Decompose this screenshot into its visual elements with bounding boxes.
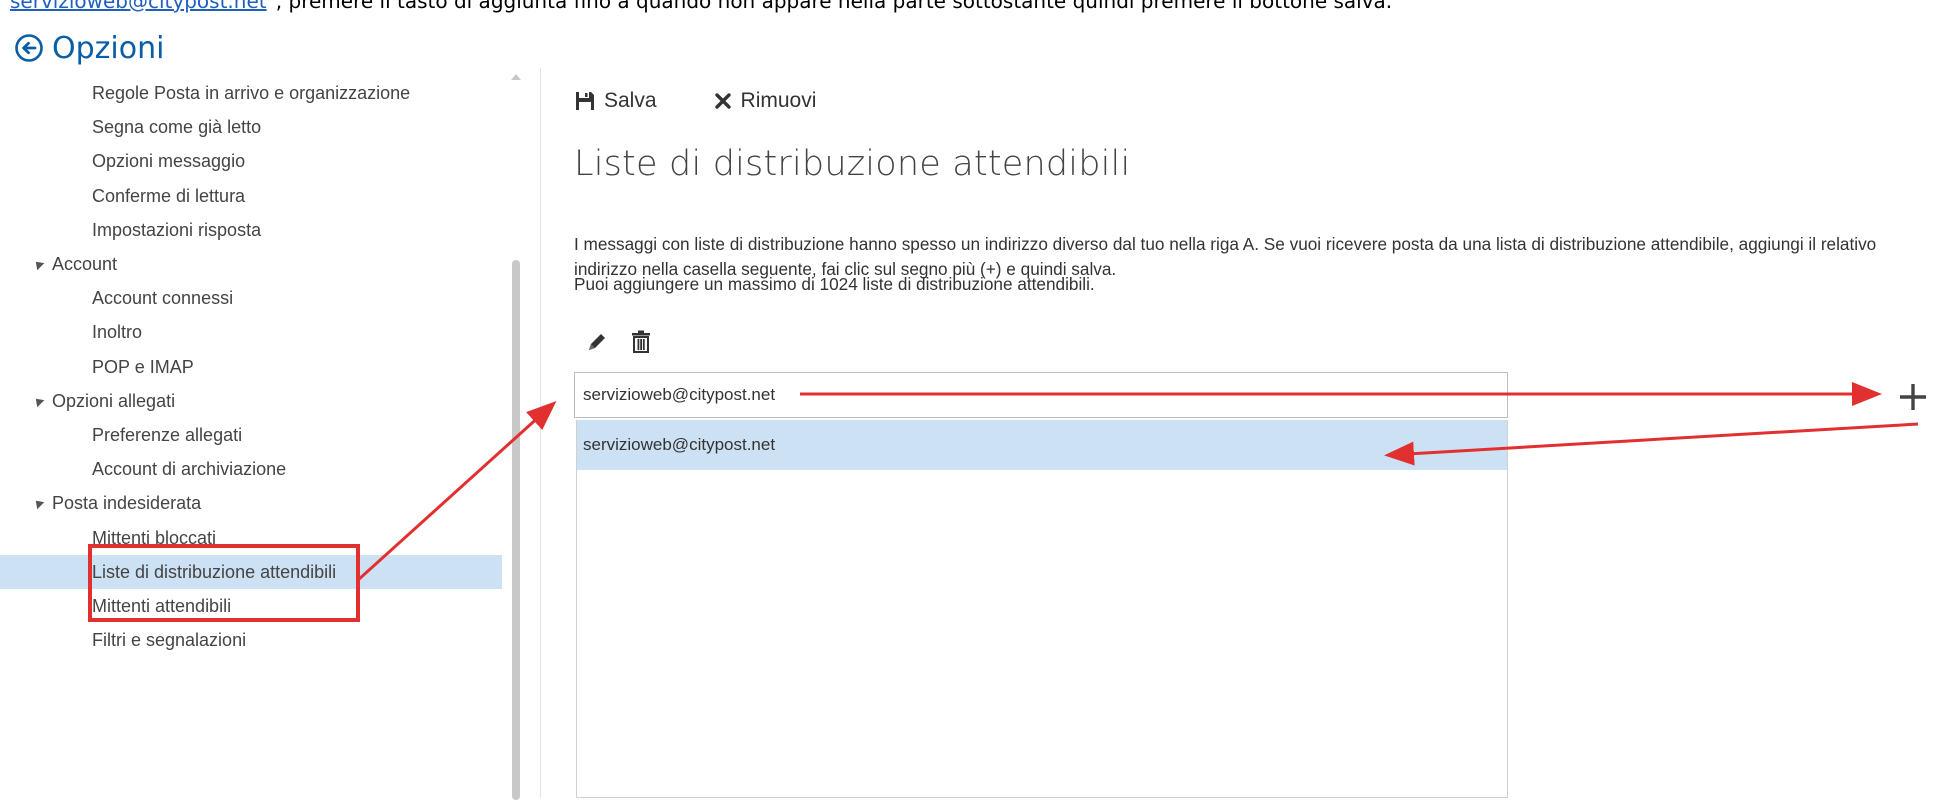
sidebar-item-label: Mittenti attendibili — [92, 596, 232, 616]
sidebar-item[interactable]: Filtri e segnalazioni — [0, 623, 502, 657]
instruction-caption: servizioweb@citypost.net", premere il ta… — [0, 0, 1937, 22]
remove-button-label: Rimuovi — [740, 89, 817, 112]
caption-email-link[interactable]: servizioweb@citypost.net — [10, 0, 267, 13]
sidebar-group[interactable]: Posta indesiderata — [0, 486, 502, 520]
sidebar-item-label: Segna come già letto — [92, 117, 262, 138]
sidebar-scrollbar[interactable] — [503, 68, 529, 800]
save-button[interactable]: Salva — [574, 89, 657, 113]
sidebar-item[interactable]: Mittenti attendibili — [0, 589, 502, 623]
limit-note: Puoi aggiungere un massimo di 1024 liste… — [574, 274, 1095, 294]
sidebar-item-label: Opzioni messaggio — [92, 151, 246, 172]
save-floppy-icon — [576, 92, 594, 110]
sidebar-group[interactable]: Opzioni allegati — [0, 384, 502, 418]
remove-button[interactable]: Rimuovi — [713, 89, 817, 113]
sidebar-item[interactable]: Opzioni messaggio — [0, 144, 502, 178]
sidebar-item-label: Account di archiviazione — [92, 459, 287, 480]
sidebar-item[interactable]: Account di archiviazione — [0, 452, 502, 486]
expand-triangle-icon — [32, 497, 45, 510]
section-heading: Liste di distribuzione attendibili — [574, 144, 1131, 184]
sidebar-item-label: Account connessi — [92, 288, 234, 309]
sidebar-item-label: Account — [52, 254, 118, 274]
list-tools — [586, 330, 674, 359]
sidebar-item-label: Mittenti bloccati — [92, 527, 217, 548]
options-sidebar: Regole Posta in arrivo e organizzazione S… — [0, 68, 502, 798]
edit-pencil-icon[interactable] — [586, 331, 608, 358]
close-x-icon — [714, 93, 731, 109]
sidebar-item-label: Inoltro — [92, 322, 143, 343]
delete-trash-icon[interactable] — [630, 330, 652, 359]
sidebar-item-label: Opzioni allegati — [52, 390, 176, 411]
sidebar-item-label: Impostazioni risposta — [92, 219, 262, 240]
add-plus-icon[interactable] — [1896, 380, 1930, 414]
sidebar-item[interactable]: Preferenze allegati — [0, 418, 502, 452]
sidebar-item[interactable]: Inoltro — [0, 315, 502, 349]
sidebar-item-label: Conferme di lettura — [92, 185, 246, 206]
sidebar-item-label: Regole Posta in arrivo e organizzazione — [92, 83, 411, 103]
sidebar-item-label: Preferenze allegati — [92, 425, 243, 445]
distribution-list: servizioweb@citypost.net — [576, 420, 1508, 798]
caption-text: ", premere il tasto di aggiunta fino a q… — [266, 0, 1393, 13]
sidebar-item-label: POP e IMAP — [92, 356, 194, 377]
sidebar-item[interactable]: Account connessi — [0, 281, 502, 315]
sidebar-item-label: Liste di distribuzione attendibili — [92, 561, 337, 582]
sidebar-item[interactable]: Mittenti bloccati — [0, 521, 502, 555]
expand-triangle-icon — [32, 257, 45, 270]
back-circle-arrow-icon[interactable] — [14, 33, 44, 63]
sidebar-item-label: Posta indesiderata — [52, 493, 202, 514]
list-item[interactable]: servizioweb@citypost.net — [577, 420, 1507, 470]
scroll-thumb[interactable] — [512, 260, 520, 800]
sidebar-item-label: Filtri e segnalazioni — [92, 630, 247, 651]
sidebar-item[interactable]: Liste di distribuzione attendibili — [0, 554, 502, 589]
main-toolbar: Salva Rimuovi — [574, 84, 872, 118]
sidebar-item[interactable]: Regole Posta in arrivo e organizzazione — [0, 76, 502, 110]
page-title: Opzioni — [52, 30, 165, 66]
scroll-up-arrow-icon[interactable] — [511, 74, 521, 80]
sidebar-item[interactable]: Segna come già letto — [0, 110, 502, 144]
save-button-label: Salva — [604, 89, 657, 112]
options-header: Opzioni — [14, 28, 164, 68]
sidebar-item[interactable]: POP e IMAP — [0, 350, 502, 384]
expand-triangle-icon — [32, 394, 45, 407]
sidebar-item[interactable]: Conferme di lettura — [0, 179, 502, 213]
pane-divider — [540, 68, 541, 798]
sidebar-item[interactable]: Impostazioni risposta — [0, 213, 502, 247]
sidebar-group[interactable]: Account — [0, 247, 502, 281]
distribution-list-input[interactable] — [574, 372, 1508, 418]
